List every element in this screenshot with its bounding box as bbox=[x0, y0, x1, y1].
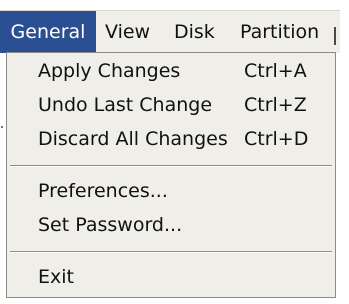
exit-label: Exit bbox=[38, 266, 74, 288]
menu-disk[interactable]: Disk bbox=[174, 11, 215, 53]
menu-item-undo-last-change[interactable]: Undo Last Change Ctrl+Z bbox=[7, 89, 335, 121]
menu-bar: General View Disk Partition bbox=[0, 10, 340, 53]
apply-changes-shortcut: Ctrl+A bbox=[244, 60, 307, 82]
window-edge-mark bbox=[1, 126, 3, 128]
apply-changes-label: Apply Changes bbox=[38, 60, 181, 82]
set-password-label: Set Password... bbox=[38, 214, 183, 236]
menu-separator bbox=[10, 165, 332, 167]
menu-item-apply-changes[interactable]: Apply Changes Ctrl+A bbox=[7, 55, 335, 87]
undo-last-change-shortcut: Ctrl+Z bbox=[244, 94, 307, 116]
preferences-label: Preferences... bbox=[38, 180, 168, 202]
general-dropdown-menu: Apply Changes Ctrl+A Undo Last Change Ct… bbox=[6, 52, 336, 298]
discard-all-changes-shortcut: Ctrl+D bbox=[244, 128, 309, 150]
discard-all-changes-label: Discard All Changes bbox=[38, 128, 228, 150]
menu-item-exit[interactable]: Exit bbox=[7, 261, 335, 293]
menu-separator bbox=[10, 251, 332, 253]
menu-item-preferences[interactable]: Preferences... bbox=[7, 175, 335, 207]
menu-item-discard-all-changes[interactable]: Discard All Changes Ctrl+D bbox=[7, 123, 335, 155]
menu-view[interactable]: View bbox=[105, 11, 150, 53]
menu-item-set-password[interactable]: Set Password... bbox=[7, 209, 335, 241]
menubar-overflow-edge bbox=[334, 27, 336, 45]
undo-last-change-label: Undo Last Change bbox=[38, 94, 213, 116]
menu-general[interactable]: General bbox=[0, 11, 96, 53]
menu-partition[interactable]: Partition bbox=[240, 11, 319, 53]
